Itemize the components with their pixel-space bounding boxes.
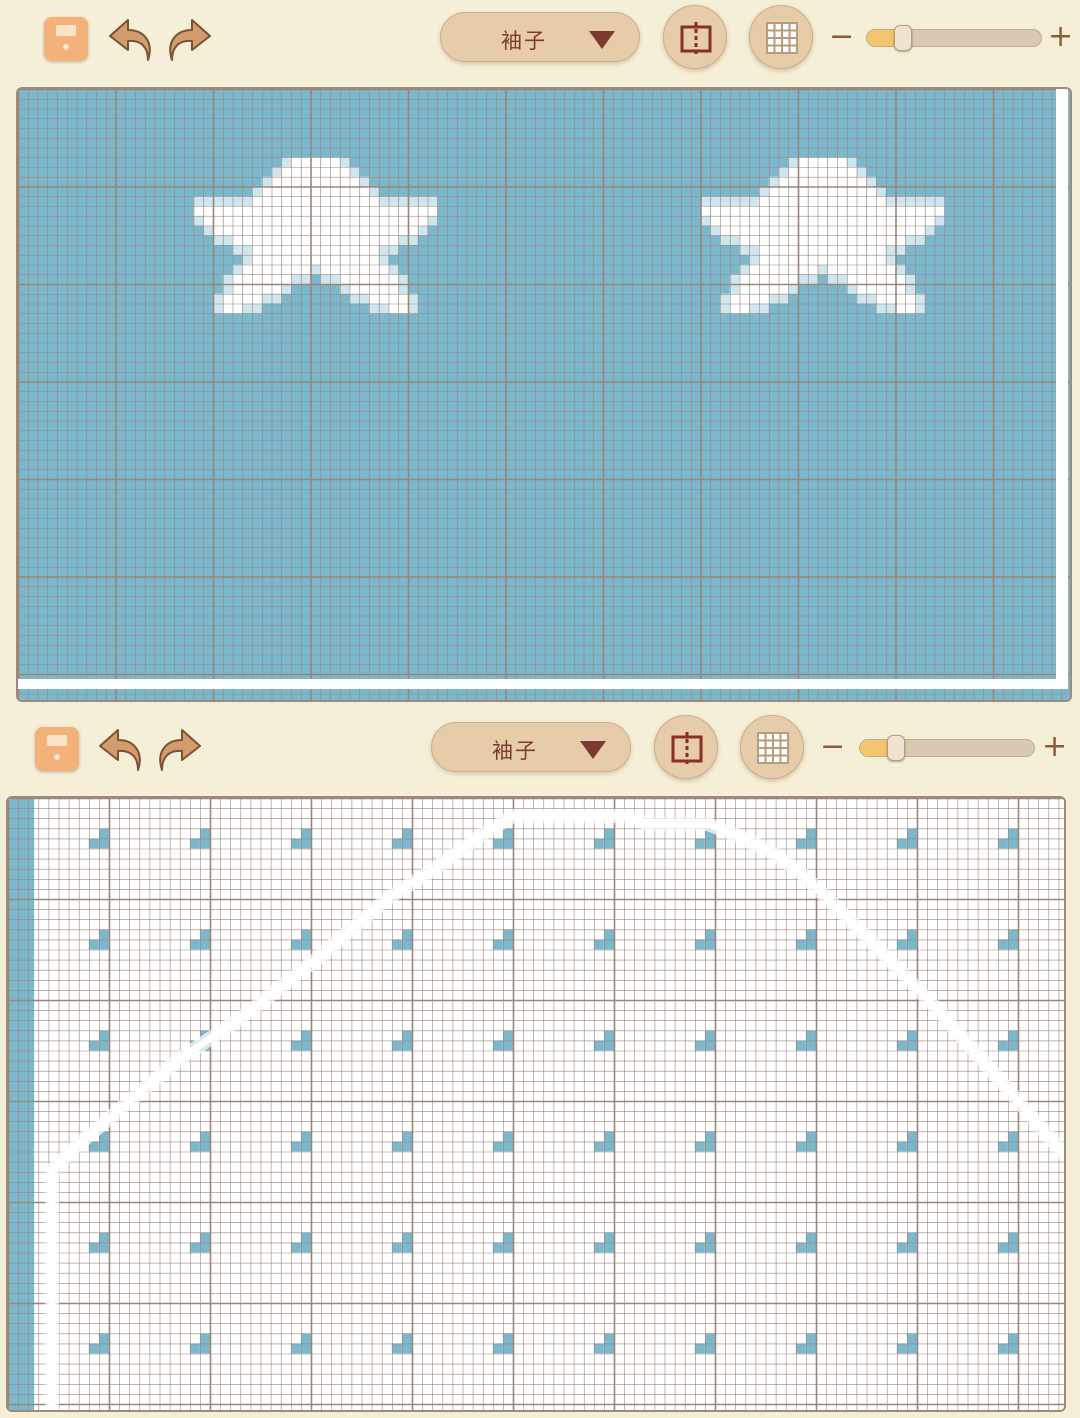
left-column-stitches <box>8 798 35 1410</box>
right-edge-bar <box>1056 89 1068 686</box>
mirror-button[interactable] <box>654 715 718 779</box>
undo-arrow-icon <box>99 729 141 771</box>
zoom-slider[interactable] <box>866 29 1042 47</box>
zoom-slider-thumb[interactable] <box>894 25 912 51</box>
zoom-slider[interactable] <box>859 739 1035 757</box>
zoom-out-button[interactable]: − <box>829 22 854 52</box>
undo-button[interactable] <box>104 16 156 64</box>
stitch-grid-bottom[interactable] <box>8 798 1064 1410</box>
floppy-disk-dot <box>54 754 60 760</box>
floppy-disk-icon <box>47 735 67 746</box>
toolbar-bottom: 袖子 − + <box>0 708 1080 788</box>
grid-toggle-icon <box>757 732 789 764</box>
zoom-in-button[interactable]: + <box>1048 22 1073 52</box>
piece-dropdown[interactable]: 袖子 <box>431 722 631 772</box>
redo-arrow-icon <box>159 729 201 771</box>
stitch-grid-top[interactable] <box>18 89 1070 700</box>
floppy-disk-dot <box>63 44 69 50</box>
zoom-slider-thumb[interactable] <box>887 735 905 761</box>
undo-arrow-icon <box>109 19 151 61</box>
caret-down-icon <box>580 741 606 759</box>
knitting-chart-top[interactable] <box>16 87 1072 702</box>
mirror-split-icon <box>680 22 712 54</box>
grid-toggle-icon <box>766 22 798 54</box>
save-button[interactable] <box>35 727 79 771</box>
zoom-out-button[interactable]: − <box>820 732 845 762</box>
undo-button[interactable] <box>94 726 146 774</box>
grid-button[interactable] <box>740 715 804 779</box>
background-yarn <box>8 798 1064 1410</box>
zoom-in-button[interactable]: + <box>1042 732 1067 762</box>
mirror-button[interactable] <box>663 5 727 69</box>
floppy-disk-icon <box>56 25 76 36</box>
piece-dropdown[interactable]: 袖子 <box>440 12 640 62</box>
knitting-chart-bottom[interactable] <box>6 796 1066 1412</box>
grid-button[interactable] <box>749 5 813 69</box>
piece-dropdown-label: 袖子 <box>492 739 538 763</box>
redo-button[interactable] <box>164 16 216 64</box>
toolbar-top: 袖子 − + <box>0 0 1080 80</box>
bottom-edge-bar <box>18 679 1068 689</box>
redo-button[interactable] <box>154 726 206 774</box>
background-yarn <box>18 89 1070 700</box>
save-button[interactable] <box>44 17 88 61</box>
piece-dropdown-label: 袖子 <box>501 29 547 53</box>
caret-down-icon <box>589 31 615 49</box>
redo-arrow-icon <box>169 19 211 61</box>
mirror-split-icon <box>671 732 703 764</box>
